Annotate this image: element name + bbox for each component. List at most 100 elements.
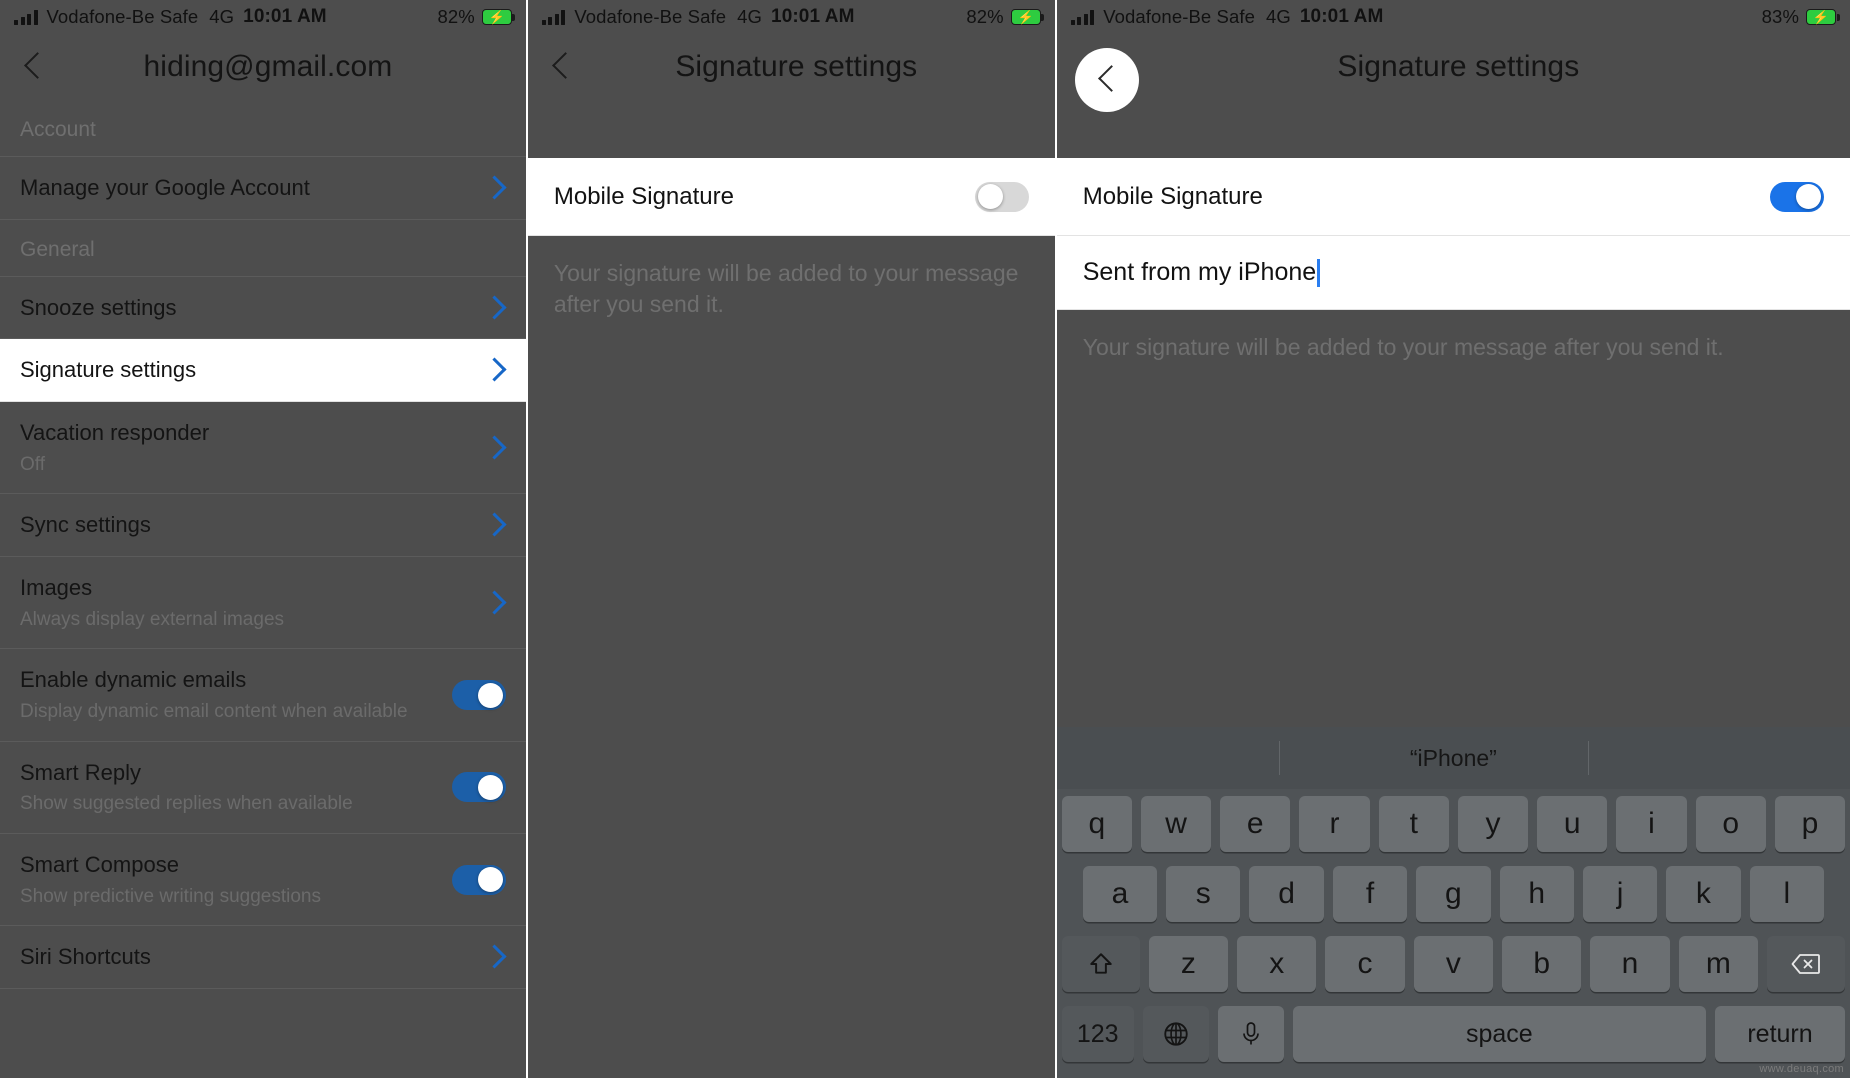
key-u[interactable]: u — [1537, 796, 1608, 852]
battery-charging-icon: ⚡ — [481, 9, 516, 25]
battery-charging-icon: ⚡ — [1010, 9, 1045, 25]
signal-bars-icon — [541, 9, 566, 25]
battery-percent-label: 83% — [1761, 6, 1799, 27]
toggle-dynamic-emails[interactable] — [451, 680, 506, 711]
key-j[interactable]: j — [1582, 866, 1658, 922]
network-type-label: 4G — [737, 6, 763, 27]
suggestion-item[interactable]: “iPhone” — [1410, 745, 1497, 772]
key-h[interactable]: h — [1499, 866, 1574, 922]
key-n[interactable]: n — [1590, 936, 1670, 992]
page-title: Signature settings — [675, 50, 918, 83]
key-c[interactable]: c — [1325, 936, 1405, 992]
key-return[interactable]: return — [1715, 1006, 1845, 1062]
key-z[interactable]: z — [1148, 936, 1229, 992]
key-a[interactable]: a — [1082, 866, 1158, 922]
backspace-icon[interactable] — [1767, 936, 1846, 992]
predictive-suggestion-bar: “iPhone” — [1056, 727, 1850, 789]
text-cursor — [1317, 258, 1320, 287]
row-subtitle: Show suggested replies when available — [20, 793, 353, 815]
mobile-signature-row[interactable]: Mobile Signature — [527, 158, 1055, 236]
key-p[interactable]: p — [1774, 796, 1846, 852]
nav-bar-3: Signature settings — [1057, 34, 1850, 112]
key-r[interactable]: r — [1299, 796, 1370, 852]
row-manage-google-account[interactable]: Manage your Google Account — [0, 157, 526, 220]
toggle-smart-reply[interactable] — [451, 772, 506, 803]
row-title: Images — [20, 575, 93, 601]
key-w[interactable]: w — [1140, 796, 1212, 852]
key-numbers[interactable]: 123 — [1061, 1006, 1134, 1062]
key-space[interactable]: space — [1292, 1006, 1706, 1062]
key-d[interactable]: d — [1249, 866, 1324, 922]
row-title: Signature settings — [20, 357, 197, 383]
key-y[interactable]: y — [1457, 796, 1529, 852]
key-m[interactable]: m — [1678, 936, 1759, 992]
row-snooze-settings[interactable]: Snooze settings — [0, 277, 526, 340]
row-siri-shortcuts[interactable]: Siri Shortcuts — [0, 926, 526, 990]
status-bar-3: Vodafone-Be Safe 4G 10:01 AM 83% ⚡ — [1057, 0, 1850, 34]
row-title: Vacation responder — [20, 420, 210, 446]
chevron-right-icon — [484, 359, 506, 381]
status-bar-2: Vodafone-Be Safe 4G 10:01 AM 82% ⚡ — [528, 0, 1055, 34]
mobile-signature-row[interactable]: Mobile Signature — [1056, 158, 1850, 236]
key-s[interactable]: s — [1166, 866, 1241, 922]
back-button[interactable] — [0, 34, 66, 100]
three-panel-screenshot: Vodafone-Be Safe 4G 10:01 AM 82% ⚡ hidin… — [0, 0, 1850, 1078]
key-q[interactable]: q — [1061, 796, 1132, 852]
keyboard-row-1: q w e r t y u i o p — [1057, 789, 1850, 859]
row-title: Sync settings — [20, 512, 151, 538]
panel-account-settings: Vodafone-Be Safe 4G 10:01 AM 82% ⚡ hidin… — [0, 0, 526, 1078]
row-enable-dynamic-emails[interactable]: Enable dynamic emails Display dynamic em… — [0, 649, 526, 742]
key-b[interactable]: b — [1502, 936, 1582, 992]
key-o[interactable]: o — [1695, 796, 1766, 852]
watermark: www.deuaq.com — [1759, 1063, 1844, 1075]
clock-label: 10:01 AM — [771, 6, 855, 27]
chevron-right-icon — [484, 514, 506, 536]
signal-bars-icon — [14, 9, 38, 25]
back-button-highlighted[interactable] — [1074, 48, 1139, 112]
row-title: Smart Reply — [20, 759, 142, 785]
shift-arrow-icon[interactable] — [1061, 936, 1140, 992]
keyboard-row-4: 123 space return — [1057, 999, 1850, 1078]
on-screen-keyboard: “iPhone” q w e r t y u i o p a s d f g h… — [1056, 727, 1850, 1078]
row-smart-reply[interactable]: Smart Reply Show suggested replies when … — [0, 742, 526, 835]
carrier-label: Vodafone-Be Safe — [574, 6, 727, 27]
key-v[interactable]: v — [1413, 936, 1494, 992]
microphone-icon[interactable] — [1217, 1006, 1284, 1062]
key-k[interactable]: k — [1666, 866, 1741, 922]
chevron-left-icon — [1097, 63, 1117, 97]
toggle-smart-compose[interactable] — [451, 864, 506, 895]
key-i[interactable]: i — [1616, 796, 1687, 852]
signature-text-field[interactable]: Sent from my iPhone — [1056, 236, 1850, 310]
row-signature-settings[interactable]: Signature settings — [0, 339, 526, 403]
row-images[interactable]: Images Always display external images — [0, 557, 526, 650]
key-l[interactable]: l — [1749, 866, 1824, 922]
key-t[interactable]: t — [1378, 796, 1449, 852]
key-x[interactable]: x — [1237, 936, 1317, 992]
row-subtitle: Always display external images — [20, 608, 285, 630]
key-e[interactable]: e — [1220, 796, 1291, 852]
row-subtitle: Display dynamic email content when avail… — [20, 701, 408, 723]
toggle-mobile-signature[interactable] — [1770, 181, 1824, 212]
keyboard-row-2: a s d f g h j k l — [1057, 859, 1850, 929]
row-sync-settings[interactable]: Sync settings — [0, 494, 526, 558]
row-subtitle: Off — [20, 453, 45, 475]
row-vacation-responder[interactable]: Vacation responder Off — [0, 402, 526, 495]
key-g[interactable]: g — [1416, 866, 1491, 922]
row-smart-compose[interactable]: Smart Compose Show predictive writing su… — [0, 834, 526, 927]
section-header-general: General — [0, 220, 526, 277]
page-title: Signature settings — [1337, 50, 1580, 83]
panel-signature-settings-on: Vodafone-Be Safe 4G 10:01 AM 83% ⚡ Signa… — [1056, 0, 1850, 1078]
keyboard-row-3: z x c v b n m — [1057, 929, 1850, 999]
settings-list: Account Manage your Google Account Gener… — [0, 100, 526, 990]
chevron-left-icon — [23, 50, 43, 84]
row-title: Siri Shortcuts — [20, 944, 151, 970]
carrier-label: Vodafone-Be Safe — [1103, 6, 1255, 27]
globe-icon[interactable] — [1142, 1006, 1209, 1062]
back-button[interactable] — [528, 34, 594, 100]
key-f[interactable]: f — [1332, 866, 1408, 922]
toggle-mobile-signature[interactable] — [974, 181, 1029, 212]
row-title: Smart Compose — [20, 852, 179, 878]
nav-bar-1: hiding@gmail.com — [0, 34, 526, 100]
page-title: hiding@gmail.com — [143, 50, 393, 83]
